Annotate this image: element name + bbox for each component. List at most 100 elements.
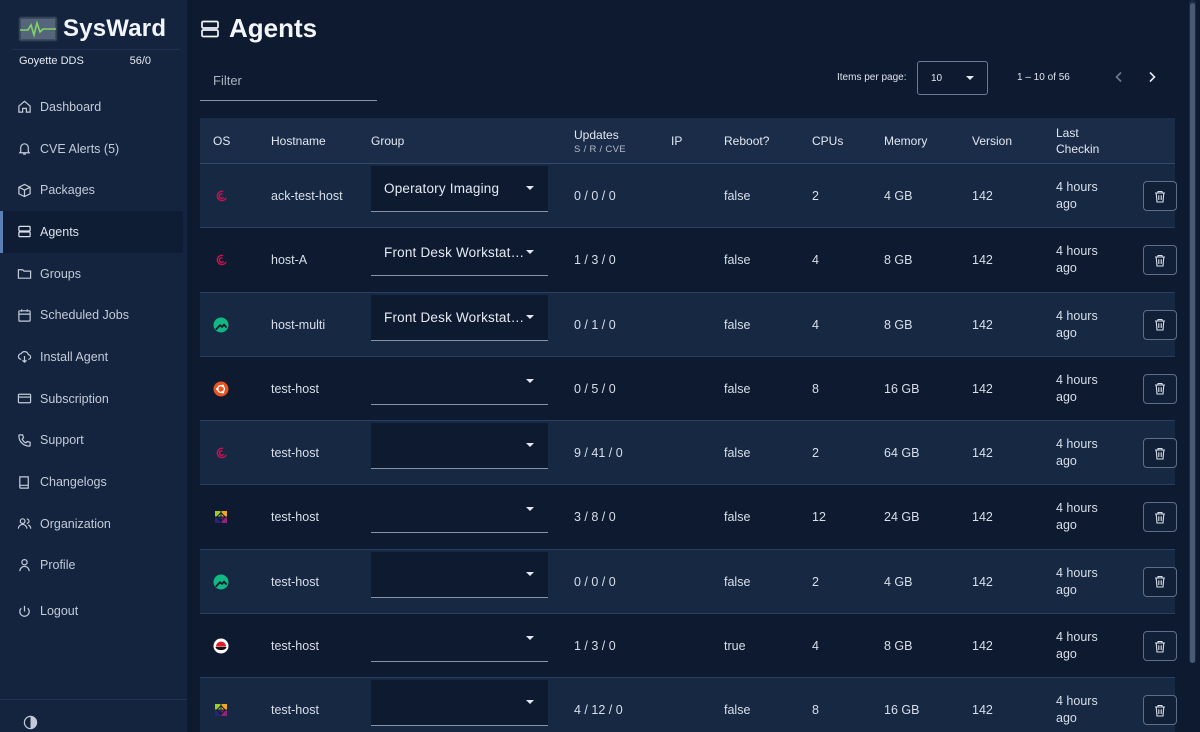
filter-field[interactable] [200,60,377,101]
hostname-cell: ack-test-host [271,189,343,203]
power-icon [17,604,32,619]
cpus-cell: 2 [812,189,819,203]
delete-agent-button[interactable] [1143,695,1177,726]
group-select[interactable] [371,358,548,405]
delete-agent-button[interactable] [1143,631,1177,662]
contrast-icon[interactable] [23,715,38,730]
column-header-updates[interactable]: Updates S / R / CVE [574,118,626,164]
sidebar-item-logout[interactable]: Logout [0,590,187,632]
table-row[interactable]: host-A Front Desk Workstations 1 / 3 / 0… [200,228,1177,293]
sidebar-item-subscription[interactable]: Subscription [0,378,187,420]
column-header-hostname[interactable]: Hostname [271,118,326,164]
table-row[interactable]: test-host 3 / 8 / 0 false 12 24 GB 142 4… [200,485,1177,550]
sidebar-item-organization[interactable]: Organization [0,503,187,545]
sidebar-item-support[interactable]: Support [0,420,187,462]
sidebar-item-label: Install Agent [40,349,109,364]
header-label: Reboot? [724,134,770,148]
reboot-cell: false [724,574,751,589]
calendar-icon [17,308,32,323]
table-row[interactable]: test-host 4 / 12 / 0 false 8 16 GB 142 4… [200,678,1177,732]
updates-cell: 0 / 0 / 0 [574,574,616,589]
reboot-cell: false [724,381,751,396]
table-row[interactable]: host-multi Front Desk Workstations 0 / 1… [200,292,1177,357]
column-header-version[interactable]: Version [972,118,1012,164]
sidebar-item-profile[interactable]: Profile [0,545,187,587]
caret-down-icon [526,571,534,576]
sidebar-item-groups[interactable]: Groups [0,253,187,295]
filter-input[interactable] [200,60,377,100]
column-header-reboot[interactable]: Reboot? [724,118,769,164]
delete-agent-button[interactable] [1143,181,1177,211]
delete-agent-button[interactable] [1143,245,1177,276]
rocky-linux-icon [213,317,229,333]
version-cell: 142 [972,253,993,268]
sidebar-item-install-agent[interactable]: Install Agent [0,336,187,378]
table-row[interactable]: ack-test-host Operatory Imaging 0 / 0 / … [200,164,1177,229]
group-select[interactable] [371,487,548,534]
table-row[interactable]: test-host 9 / 41 / 0 false 2 64 GB 142 4… [200,421,1177,486]
brand[interactable]: SysWard [18,12,166,46]
sidebar-item-cve-alerts[interactable]: CVE Alerts (5) [0,128,187,170]
group-select[interactable] [371,680,548,727]
delete-agent-button[interactable] [1143,309,1177,340]
folder-icon [17,266,32,281]
sidebar-item-dashboard[interactable]: Dashboard [0,86,187,128]
divider [0,699,187,700]
version-cell: 142 [972,639,993,654]
last-checkin-cell: 4 hours ago [1056,565,1098,597]
caret-down-icon [966,76,974,80]
column-header-last-checkin[interactable]: Last Checkin [1056,118,1099,164]
sidebar-item-packages[interactable]: Packages [0,169,187,211]
group-select[interactable] [371,551,548,598]
header-label: Updates [574,127,619,142]
last-checkin-cell: 4 hours ago [1056,372,1098,404]
column-header-ip[interactable]: IP [671,118,682,164]
memory-cell: 8 GB [884,317,913,332]
cpus-cell: 8 [812,703,819,718]
os-cell [213,164,229,228]
cpus-cell: 2 [812,446,819,461]
table-row[interactable]: test-host 0 / 0 / 0 false 2 4 GB 142 4 h… [200,549,1177,615]
column-header-cpus[interactable]: CPUs [812,118,843,164]
column-header-group[interactable]: Group [371,118,404,164]
updates-cell: 1 / 3 / 0 [574,253,616,268]
os-cell [213,228,229,292]
sidebar-item-label: Changelogs [40,475,107,490]
sidebar-item-changelogs[interactable]: Changelogs [0,461,187,503]
centos-icon [215,704,227,717]
sidebar-item-scheduled-jobs[interactable]: Scheduled Jobs [0,294,187,336]
delete-agent-button[interactable] [1143,566,1177,597]
group-select[interactable]: Front Desk Workstations [371,294,548,341]
table-row[interactable]: test-host 0 / 5 / 0 false 8 16 GB 142 4 … [200,357,1177,422]
scrollbar-thumb[interactable] [1190,3,1195,663]
group-select[interactable] [371,423,548,470]
delete-agent-button[interactable] [1143,373,1177,404]
memory-cell: 8 GB [884,639,913,654]
updates-cell: 0 / 5 / 0 [574,381,616,396]
table-row[interactable]: test-host 1 / 3 / 0 true 4 8 GB 142 4 ho… [200,614,1177,679]
group-select[interactable] [371,616,548,663]
delete-agent-button[interactable] [1143,502,1177,533]
table-body: ack-test-host Operatory Imaging 0 / 0 / … [200,164,1177,732]
next-page-button[interactable] [1144,68,1160,86]
sidebar-item-agents[interactable]: Agents [0,211,183,253]
group-select[interactable]: Operatory Imaging [371,166,548,212]
os-cell [213,293,229,357]
table-header: OS Hostname Group Updates S / R / CVE IP… [200,118,1175,164]
group-select[interactable]: Front Desk Workstations [371,230,548,277]
trash-icon [1155,383,1165,395]
sidebar-item-label: Profile [40,558,76,573]
updates-cell: 0 / 0 / 0 [574,189,616,203]
items-per-page-select[interactable]: 10 [917,61,988,95]
delete-agent-button[interactable] [1143,438,1177,469]
trash-icon [1155,511,1165,524]
column-header-os[interactable]: OS [213,118,230,164]
previous-page-button[interactable] [1111,68,1127,86]
column-header-memory[interactable]: Memory [884,118,927,164]
version-cell: 142 [972,574,993,589]
group-value: Front Desk Workstations [384,309,526,325]
centos-icon [215,511,227,524]
memory-cell: 64 GB [884,446,920,461]
caret-down-icon [526,700,534,705]
sidebar-item-label: Packages [40,183,95,198]
